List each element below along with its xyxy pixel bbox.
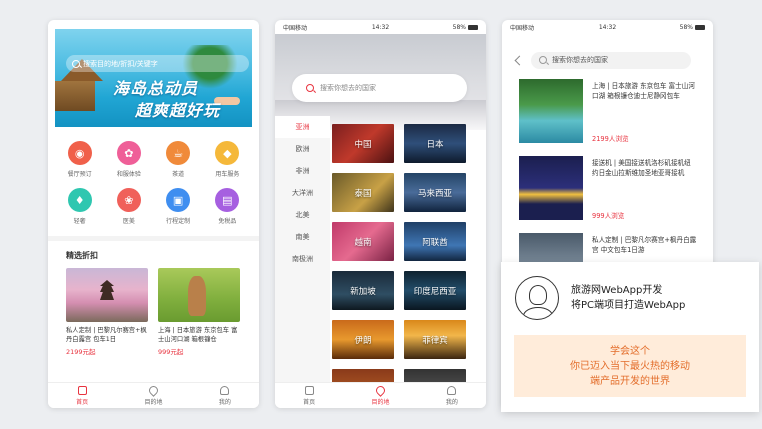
- tab-bar: 首页 目的地 我的: [48, 382, 259, 408]
- continent-item[interactable]: 南极洲: [275, 248, 330, 270]
- promo-title-line: 将PC端项目打造WebApp: [571, 300, 686, 311]
- food-icon: ◉: [67, 141, 92, 165]
- search-placeholder: 搜索你想去的国家: [320, 84, 376, 92]
- banner-title: 海岛总动员: [113, 79, 199, 98]
- clock: 14:32: [371, 23, 390, 31]
- continent-item[interactable]: 北美: [275, 204, 330, 226]
- result-text: 上海 | 日本旅游 东京包车 富士山河口湖 箱根镰仓迪士尼静冈包车: [592, 82, 695, 100]
- deal-text: 上海 | 日本旅游 东京包车 富士山河口湖 箱根镰仓: [158, 327, 238, 343]
- search-header: 搜索你想去的国家: [502, 50, 713, 70]
- tab-mine[interactable]: 我的: [446, 385, 458, 406]
- section-title: 精选折扣: [66, 251, 98, 260]
- location-pin-icon: [147, 383, 160, 397]
- category-kimono[interactable]: ✿ 和服体验: [104, 141, 153, 178]
- result-image: [519, 79, 583, 143]
- phone-destinations: 中国移动 14:32 58% 搜索你想去的国家 亚洲 欧洲 非洲 大洋洲 北美 …: [275, 20, 486, 408]
- promo-title: 旅游网WebApp开发 将PC端项目打造WebApp: [571, 283, 685, 313]
- status-bar: 中国移动 14:32 58%: [502, 20, 713, 34]
- result-image: [519, 156, 583, 220]
- category-itinerary[interactable]: ▣ 行程定制: [154, 188, 203, 225]
- country-card[interactable]: 泰国: [332, 173, 394, 212]
- section-divider: [48, 236, 259, 241]
- deal-text: 私人定制 | 巴黎凡尔赛宫+枫丹白露宫 包车1日: [66, 327, 147, 343]
- result-item[interactable]: 上海 | 日本旅游 东京包车 富士山河口湖 箱根镰仓迪士尼静冈包车 2199人浏…: [519, 79, 699, 147]
- category-luxury[interactable]: ♦ 轻奢: [55, 188, 104, 225]
- result-text: 接送机 | 美国接送机洛杉矶接机纽约日金山拉斯维加圣地亚哥接机: [592, 159, 691, 177]
- deal-price: 2199元起: [66, 348, 96, 356]
- deal-card[interactable]: 上海 | 日本旅游 东京包车 富士山河口湖 箱根镰仓 999元起: [158, 268, 240, 356]
- deal-card[interactable]: 私人定制 | 巴黎凡尔赛宫+枫丹白露宫 包车1日 2199元起: [66, 268, 148, 356]
- search-placeholder: 搜索目的地/折扣/关键字: [83, 59, 158, 68]
- deal-image: [158, 268, 240, 322]
- car-icon: ◆: [215, 141, 240, 165]
- deal-image: [66, 268, 148, 322]
- search-icon: [539, 56, 547, 64]
- continent-list: 亚洲 欧洲 非洲 大洋洲 北美 南美 南极洲: [275, 116, 330, 382]
- promo-box-line: 端产品开发的世界: [590, 375, 670, 387]
- category-beauty[interactable]: ❀ 医美: [104, 188, 153, 225]
- category-tea[interactable]: ☕ 茶道: [154, 141, 203, 178]
- result-text: 私人定制 | 巴黎凡尔赛宫+枫丹白露宫 中文包车1日游: [592, 236, 697, 254]
- continent-item[interactable]: 亚洲: [275, 116, 330, 138]
- itinerary-icon: ▣: [166, 188, 191, 212]
- clock: 14:32: [598, 23, 617, 31]
- continent-item[interactable]: 大洋洲: [275, 182, 330, 204]
- tab-destination[interactable]: 目的地: [371, 383, 390, 406]
- country-card[interactable]: 越南: [332, 222, 394, 261]
- category-food[interactable]: ◉ 餐厅预订: [55, 141, 104, 178]
- home-banner[interactable]: 搜索目的地/折扣/关键字 海岛总动员 超爽超好玩: [55, 29, 252, 127]
- country-card[interactable]: 马来西亚: [404, 173, 466, 212]
- country-card[interactable]: 印度尼西亚: [404, 271, 466, 310]
- search-icon: [306, 84, 314, 92]
- country-card[interactable]: 新加坡: [332, 271, 394, 310]
- country-search-input[interactable]: 搜索你想去的国家: [531, 51, 691, 69]
- tab-mine[interactable]: 我的: [219, 385, 231, 406]
- country-card[interactable]: 菲律宾: [404, 320, 466, 359]
- promo-box-line: 你已迈入当下最火热的移动: [570, 360, 690, 372]
- promo-box: 学会这个 你已迈入当下最火热的移动 端产品开发的世界: [514, 335, 746, 397]
- country-card[interactable]: 日本: [404, 124, 466, 163]
- tab-home[interactable]: 首页: [76, 385, 88, 406]
- result-item[interactable]: 接送机 | 美国接送机洛杉矶接机纽约日金山拉斯维加圣地亚哥接机 999人浏览: [519, 156, 699, 224]
- promo-title-line: 旅游网WebApp开发: [571, 285, 663, 296]
- continent-item[interactable]: 南美: [275, 226, 330, 248]
- bag-icon: ▤: [215, 188, 240, 212]
- tab-home[interactable]: 首页: [303, 385, 315, 406]
- banner-subtitle: 超爽超好玩: [135, 101, 221, 120]
- country-card[interactable]: 伊朗: [332, 320, 394, 359]
- home-icon: [77, 385, 87, 395]
- category-grid: ◉ 餐厅预订 ✿ 和服体验 ☕ 茶道 ◆ 用车服务 ♦ 轻奢 ❀ 医美 ▣ 行程定制 ▤ 免税品: [55, 141, 252, 225]
- category-dutyfree[interactable]: ▤ 免税品: [203, 188, 252, 225]
- diamond-icon: ♦: [67, 188, 92, 212]
- home-icon: [304, 385, 314, 395]
- search-icon: [72, 59, 80, 68]
- country-card[interactable]: 中国: [332, 124, 394, 163]
- home-search-input[interactable]: 搜索目的地/折扣/关键字: [66, 55, 249, 72]
- country-grid: 中国 日本 泰国 马来西亚 越南 阿联酋 新加坡 印度尼西亚 伊朗 菲律宾: [332, 124, 482, 408]
- course-promo-card: 旅游网WebApp开发 将PC端项目打造WebApp 学会这个 你已迈入当下最火…: [501, 262, 759, 412]
- beauty-icon: ❀: [116, 188, 141, 212]
- hut-wall: [55, 81, 95, 111]
- tab-destination[interactable]: 目的地: [144, 383, 163, 406]
- promo-box-line: 学会这个: [610, 345, 650, 357]
- location-pin-icon: [374, 383, 387, 397]
- phone-home: 搜索目的地/折扣/关键字 海岛总动员 超爽超好玩 ◉ 餐厅预订 ✿ 和服体验 ☕ 茶道…: [48, 20, 259, 408]
- search-placeholder: 搜索你想去的国家: [552, 56, 608, 64]
- kimono-icon: ✿: [116, 141, 141, 165]
- status-bar: 中国移动 14:32 58%: [275, 20, 486, 34]
- tab-bar: 首页 目的地 我的: [275, 382, 486, 408]
- result-views: 999人浏览: [592, 212, 625, 220]
- avatar: [515, 276, 559, 320]
- deal-price: 999元起: [158, 348, 184, 356]
- country-card[interactable]: 阿联酋: [404, 222, 466, 261]
- tea-icon: ☕: [166, 141, 191, 165]
- result-views: 2199人浏览: [592, 135, 629, 143]
- category-car[interactable]: ◆ 用车服务: [203, 141, 252, 178]
- user-icon: [220, 385, 230, 395]
- back-arrow-icon[interactable]: [514, 55, 525, 65]
- user-icon: [447, 385, 457, 395]
- country-search-input[interactable]: 搜索你想去的国家: [292, 74, 467, 102]
- continent-item[interactable]: 欧洲: [275, 138, 330, 160]
- continent-item[interactable]: 非洲: [275, 160, 330, 182]
